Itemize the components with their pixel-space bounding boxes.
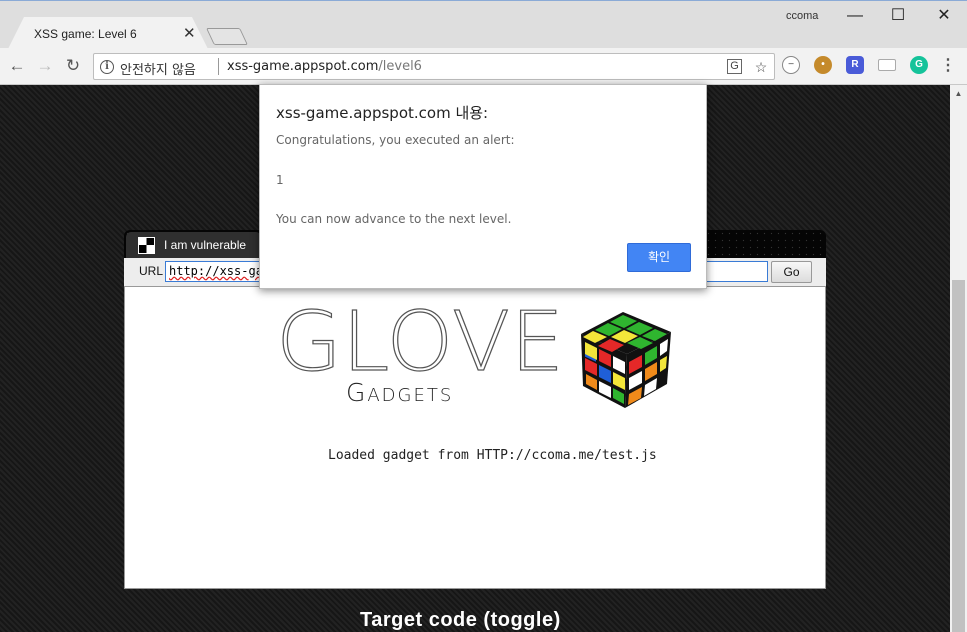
loaded-gadget-text: Loaded gadget from HTTP://ccoma.me/test.… xyxy=(328,448,657,463)
maximize-icon[interactable]: ☐ xyxy=(878,5,918,27)
back-arrow-icon[interactable]: ← xyxy=(7,56,27,76)
window-close-icon[interactable]: ✕ xyxy=(924,5,964,27)
url-label: URL xyxy=(139,264,164,278)
go-button[interactable]: Go xyxy=(771,261,812,283)
grammarly-icon[interactable]: G xyxy=(910,56,928,74)
url-host: xss-game.appspot.com xyxy=(227,59,379,74)
url-input-text: http://xss-gam xyxy=(169,264,271,278)
browser-titlebar: XSS game: Level 6 ✕ ccoma — ☐ ✕ xyxy=(0,0,967,49)
tab-title: XSS game: Level 6 xyxy=(34,27,137,41)
block-icon[interactable]: − xyxy=(782,56,800,74)
dialog-message-value: 1 xyxy=(276,173,284,187)
frame-tab-label: I am vulnerable xyxy=(164,238,247,252)
gadgets-text: Gadgets xyxy=(346,378,454,407)
profile-name[interactable]: ccoma xyxy=(786,10,818,22)
star-icon[interactable]: ☆ xyxy=(752,58,770,76)
menu-dots-icon[interactable]: ⋮ xyxy=(938,56,958,76)
dialog-title: xss-game.appspot.com 내용: xyxy=(276,104,489,122)
rubiks-cube-icon xyxy=(581,312,671,408)
ok-button[interactable]: 확인 xyxy=(627,243,691,272)
checker-favicon-icon xyxy=(138,237,155,254)
dialog-message-line1: Congratulations, you executed an alert: xyxy=(276,133,515,147)
security-label[interactable]: 안전하지 않음 xyxy=(120,59,196,78)
dialog-message-line3: You can now advance to the next level. xyxy=(276,212,512,226)
logo-text: GLOVE xyxy=(276,306,564,378)
forward-arrow-icon[interactable]: → xyxy=(35,56,55,76)
cookie-icon[interactable]: • xyxy=(814,56,832,74)
scroll-thumb[interactable] xyxy=(952,280,965,632)
url-path: /level6 xyxy=(378,59,422,74)
glove-logo: GLOVE xyxy=(276,306,565,378)
reload-icon[interactable]: ↻ xyxy=(63,56,83,76)
info-icon[interactable]: i xyxy=(100,60,114,74)
translate-icon[interactable]: G xyxy=(727,59,742,74)
cast-icon[interactable] xyxy=(878,59,896,71)
scroll-up-icon[interactable]: ▲ xyxy=(950,89,967,98)
new-tab-button[interactable] xyxy=(206,28,248,45)
tab-close-icon[interactable]: ✕ xyxy=(183,24,196,42)
scrollbar[interactable]: ▲ xyxy=(950,85,967,632)
address-bar[interactable]: i 안전하지 않음 xss-game.appspot.com/level6 G … xyxy=(93,53,775,80)
r-shield-icon[interactable]: R xyxy=(846,56,864,74)
alert-dialog: xss-game.appspot.com 내용: Congratulations… xyxy=(259,84,707,289)
target-code-toggle[interactable]: Target code (toggle) xyxy=(360,609,561,632)
address-separator xyxy=(218,58,219,75)
url-text[interactable]: xss-game.appspot.com/level6 xyxy=(227,59,422,74)
minimize-icon[interactable]: — xyxy=(835,5,875,27)
